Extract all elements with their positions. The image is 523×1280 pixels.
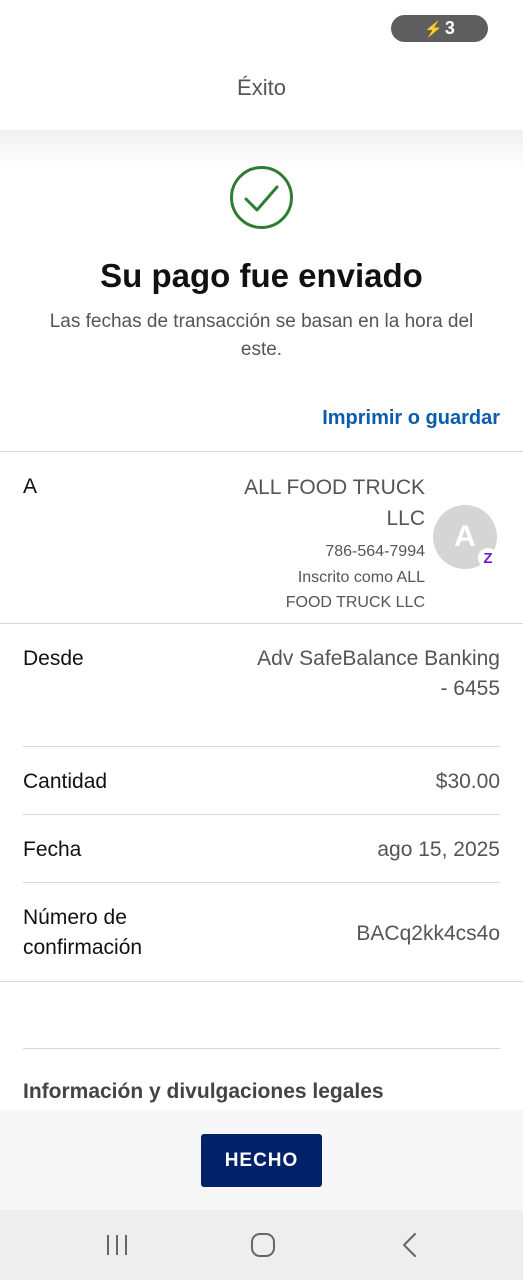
divider [23,1048,500,1049]
from-label: Desde [23,647,84,670]
confirmation-label-line1: Número de [23,906,127,929]
payee-name-line2: LLC [386,507,425,530]
payee-registered-line1: Inscrito como ALL [297,569,425,586]
success-subtitle: Las fechas de transacción se basan en la… [49,311,474,360]
payee-registered-line2: FOOD TRUCK LLC [285,594,425,611]
date-value: ago 15, 2025 [377,838,500,861]
divider [23,882,500,883]
divider [0,623,523,624]
to-label: A [23,475,38,498]
home-icon[interactable] [248,1230,278,1260]
confirmation-label: Número de confirmación [23,903,142,963]
divider [0,981,523,982]
from-account-line1: Adv SafeBalance Banking [257,647,500,670]
from-value: Adv SafeBalance Banking - 6455 [257,644,500,704]
payee-name-line1: ALL FOOD TRUCK [244,476,425,499]
payee-info: ALL FOOD TRUCK LLC 786-564-7994 Inscrito… [165,472,425,614]
zelle-badge-icon: Z [478,548,498,568]
confirmation-label-line2: confirmación [23,936,143,959]
confirmation-value: BACq2kk4cs4o [356,922,500,945]
checkmark-circle-icon [230,166,293,229]
date-label: Fecha [23,838,82,861]
print-or-save-link[interactable]: Imprimir o guardar [322,407,500,430]
status-pill: ⚡ 3 [391,15,488,42]
from-account-line2: - 6455 [440,677,500,700]
done-button[interactable]: HECHO [201,1134,322,1187]
bolt-icon: ⚡ [424,20,443,38]
success-title: Su pago fue enviado [100,257,423,294]
zelle-glyph: Z [483,549,493,567]
page-title: Éxito [237,75,286,100]
back-icon[interactable] [395,1230,425,1260]
amount-label: Cantidad [23,770,108,793]
payee-phone: 786-564-7994 [325,543,425,560]
system-nav-bar [0,1210,523,1280]
divider [23,814,500,815]
divider [0,451,523,452]
battery-text: 3 [444,18,455,38]
amount-value: $30.00 [435,770,500,793]
legal-disclosures-link[interactable]: Información y divulgaciones legales [23,1080,384,1104]
divider [23,746,500,747]
header-shadow [0,130,523,170]
avatar-initial: A [454,520,476,553]
recent-apps-icon[interactable] [103,1230,133,1260]
